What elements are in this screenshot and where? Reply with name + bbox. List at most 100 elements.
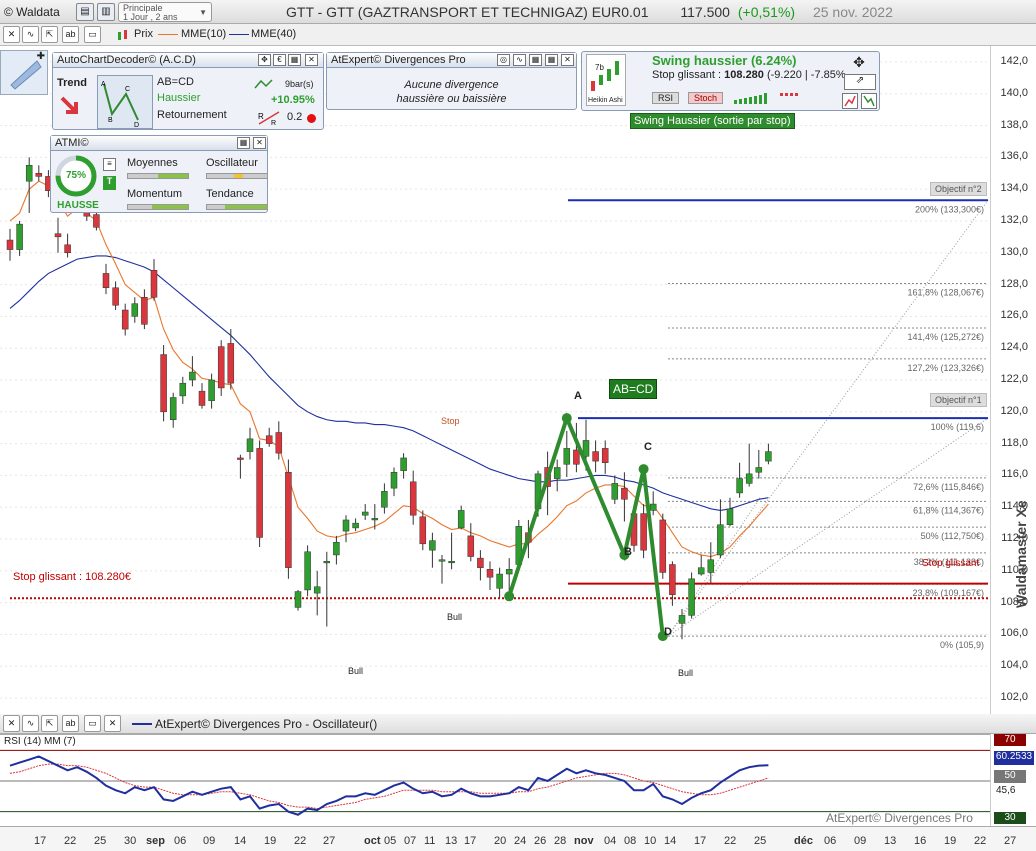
divergences-refresh-icon[interactable]: ◎ (497, 54, 510, 66)
x-tick-label: 16 (914, 835, 927, 847)
candle-body (381, 491, 388, 508)
candle-body (765, 451, 772, 462)
candle-body (93, 214, 100, 228)
candle-body (237, 457, 244, 460)
rsi-button[interactable]: RSI (652, 92, 680, 104)
swing-down-icon[interactable] (861, 93, 877, 109)
drawing-tool-panel[interactable]: ✚ (0, 50, 48, 95)
tools-icon[interactable]: ✕ (3, 26, 20, 43)
x-tick-label: 19 (264, 835, 277, 847)
price-axis: 142,0 140,0 138,0 136,0 134,0 132,0 130,0 128,0… (990, 46, 1036, 714)
atmi-oscillateur: Oscillateur (206, 157, 258, 169)
y-tick-label: 102,0 (1000, 691, 1028, 704)
oscillateur-bar (206, 173, 268, 179)
y-tick-label: 136,0 (1000, 150, 1028, 163)
acd-close-icon[interactable]: ✕ (305, 54, 318, 66)
acd-type: Retournement (157, 109, 227, 121)
x-tick-label: 14 (234, 835, 247, 847)
fib-level-label: 50% (112,750€) (921, 531, 984, 541)
candle-body (736, 478, 743, 494)
y-tick-label: 122,0 (1000, 373, 1028, 385)
osc-zoom-icon[interactable]: ⇱ (41, 715, 58, 732)
x-tick-label: 17 (694, 835, 707, 847)
trend-down-arrow-icon (60, 96, 78, 114)
swing-stop: Stop glissant : 108.280 (-9.220 | -7.85% (652, 69, 846, 81)
osc-close-icon[interactable]: ✕ (104, 715, 121, 732)
time-axis: 17 22 25 30 sep 06 09 14 19 22 27 oct 05 07 11 13 17 20 24… (0, 826, 1036, 851)
fib-level-label: 0% (105,9) (940, 640, 984, 650)
rsi-line (9, 755, 769, 816)
last-price: 117.500 (680, 4, 730, 20)
atmi-state: HAUSSE (57, 200, 99, 211)
candle-body (333, 541, 340, 556)
atmi-settings-icon[interactable]: ▦ (237, 137, 250, 149)
fib-level-label: 127,2% (123,326€) (907, 363, 984, 373)
rsi-label: RSI (14) MM (7) (4, 736, 76, 747)
atmi-moyennes: Moyennes (127, 157, 178, 169)
candle-body (457, 510, 465, 529)
x-tick-label: oct (364, 835, 381, 847)
candle-body (745, 473, 753, 484)
candle-body (208, 379, 215, 401)
atmi-percent: 75% (65, 170, 86, 181)
candle-body (198, 390, 206, 406)
stop-glissant-left-label: Stop glissant : 108.280€ (13, 571, 132, 583)
atmi-list-icon[interactable]: ≡ (103, 158, 116, 171)
candle-body (150, 270, 158, 298)
swing-arrow-icon[interactable]: ⇗ (844, 74, 876, 90)
fib-level-label: 200% (133,300€) (915, 204, 984, 214)
swing-up-icon[interactable] (842, 93, 858, 109)
timeframe-select[interactable]: Principale 1 Jour , 2 ans ▼ (118, 2, 212, 22)
tendance-bar (206, 204, 268, 210)
candle-body (131, 303, 139, 317)
acd-score: 0.2 (287, 111, 303, 123)
y-tick-label: 132,0 (1000, 213, 1028, 226)
layout-icon[interactable]: ▥ (97, 3, 115, 21)
rsi-current-value: 60.2533 (994, 751, 1034, 765)
osc-abc-icon[interactable]: ab (62, 715, 79, 732)
divergences-wave-icon[interactable]: ∿ (513, 54, 526, 66)
x-tick-label: déc (794, 835, 813, 847)
acd-pattern-thumbnail: A B C D (97, 75, 153, 129)
quote-date: 25 nov. 2022 (812, 4, 893, 20)
add-icon[interactable]: ✚ (37, 51, 45, 62)
zoom-icon[interactable]: ⇱ (41, 26, 58, 43)
divergences-settings-icon[interactable]: ▦ (545, 54, 558, 66)
candle-body (592, 451, 599, 462)
abc-icon[interactable]: ab (62, 26, 79, 43)
osc-tools-icon[interactable]: ✕ (3, 715, 20, 732)
osc-indicator-icon[interactable]: ∿ (22, 715, 39, 732)
swing-status-tag: Swing Haussier (sortie par stop) (630, 113, 795, 129)
candle-body (141, 297, 148, 325)
y-tick-label: 140,0 (1000, 86, 1028, 99)
x-tick-label: 17 (464, 835, 477, 847)
book-icon[interactable]: ▤ (76, 3, 94, 21)
atmi-t-icon[interactable]: T (103, 176, 116, 190)
indicator-icon[interactable]: ∿ (22, 26, 39, 43)
y-tick-label: 106,0 (1000, 627, 1028, 640)
y-tick-label: 126,0 (1000, 309, 1028, 322)
candle-body (717, 524, 724, 556)
x-tick-label: 20 (494, 835, 507, 847)
window-icon[interactable]: ▭ (84, 26, 101, 43)
atmi-close-icon[interactable]: ✕ (253, 137, 266, 149)
x-tick-label: 09 (854, 835, 867, 847)
y-tick-label: 118,0 (1001, 436, 1028, 449)
osc-window-icon[interactable]: ▭ (84, 715, 101, 732)
atmi-momentum: Momentum (127, 188, 183, 200)
divergences-grid-icon[interactable]: ▦ (529, 54, 542, 66)
divergences-close-icon[interactable]: ✕ (561, 54, 574, 66)
acd-move-icon[interactable]: ✥ (258, 54, 271, 66)
acd-dollar-icon[interactable]: € (273, 54, 286, 66)
acd-pattern-name: AB=CD (157, 76, 194, 88)
move-icon[interactable]: ✥ (844, 54, 874, 72)
y-tick-label: 134,0 (1000, 182, 1028, 195)
instrument-name: GTT - GTT (GAZTRANSPORT ET TECHNIGAZ) EU… (286, 4, 649, 20)
candle-body (361, 511, 369, 516)
point-d-label: D (664, 626, 672, 638)
acd-settings-icon[interactable]: ▦ (288, 54, 301, 66)
x-tick-label: 10 (644, 835, 657, 847)
x-tick-label: 06 (174, 835, 187, 847)
stoch-button[interactable]: Stoch (688, 92, 724, 104)
x-tick-label: 22 (294, 835, 307, 847)
